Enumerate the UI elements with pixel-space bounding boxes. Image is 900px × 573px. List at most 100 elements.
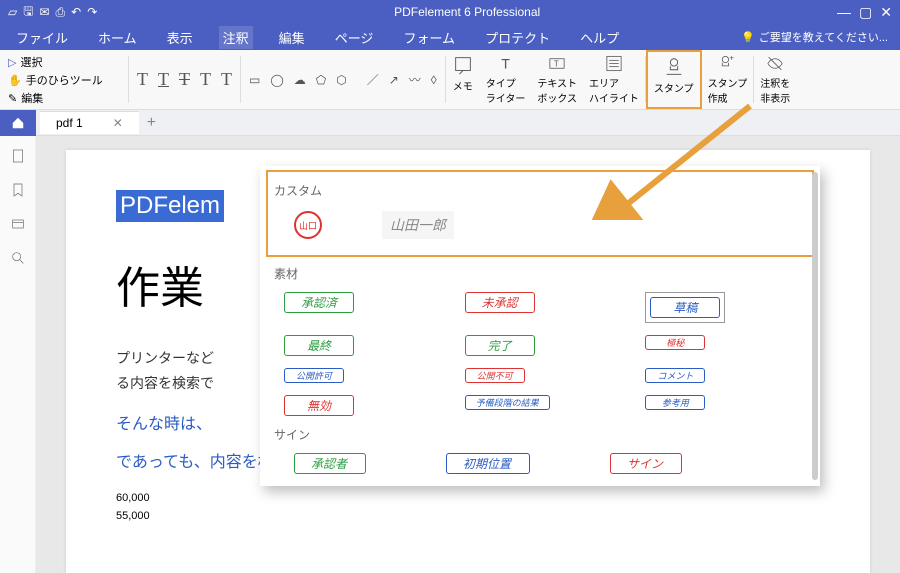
menu-file[interactable]: ファイル [12,26,72,49]
titlebar: ▱ 🖫 ✉ ⎙ ↶ ↷ PDFelement 6 Professional — … [0,0,900,24]
stamp-sign[interactable]: サイン [610,453,682,474]
menu-comment[interactable]: 注釈 [219,26,253,49]
sign-stamps: 承認者 初期位置 サイン [274,449,806,478]
selected-text[interactable]: PDFelem [116,190,224,222]
material-stamps: 承認済 未承認 草稿 最終 完了 極秘 公開許可 公開不可 コメント 無効 予備… [274,288,806,420]
eye-off-icon [764,54,786,73]
hand-tool[interactable]: ✋手のひらツール [8,72,120,88]
attachments-icon[interactable] [10,216,26,232]
menu-protect[interactable]: プロテクト [481,26,554,49]
ribbon-tools: ▷選択 ✋手のひらツール ✎編集 [0,50,128,109]
line-icon[interactable]: ／ [367,71,379,88]
caret-icon[interactable]: T [200,69,211,90]
highlight-icon[interactable]: T [137,69,148,90]
thumbnails-icon[interactable] [10,148,26,164]
menu-help[interactable]: ヘルプ [576,26,623,49]
strikethrough-icon[interactable]: T [179,69,190,90]
bookmark-icon[interactable] [10,182,26,198]
textbox-button[interactable]: T テキスト ボックス [531,50,583,109]
area-highlight-icon [603,54,625,73]
sidebar [0,136,36,573]
stamp-final[interactable]: 最終 [284,335,354,356]
new-tab-button[interactable]: + [147,114,156,132]
stamp-approved[interactable]: 承認済 [284,292,354,313]
memo-icon [452,54,474,76]
stamp-invalid[interactable]: 無効 [284,395,354,416]
menu-edit[interactable]: 編集 [275,26,309,49]
ribbon: ▷選択 ✋手のひらツール ✎編集 T T T T T ▭ ◯ ☁ ⬠ ⬡ ／ ↗… [0,50,900,110]
print-icon[interactable]: ⎙ [56,5,66,20]
close-tab-icon[interactable]: ✕ [113,116,123,130]
stamp-icon [663,56,685,78]
hide-annotations-button[interactable]: 注釈を 非表示 [754,50,796,109]
stamp-public-ng[interactable]: 公開不可 [465,368,525,383]
squiggly-icon[interactable]: T [221,69,232,90]
pencil-icon[interactable]: 〰 [409,71,421,88]
memo-button[interactable]: メモ [446,50,480,109]
stamp-comment[interactable]: コメント [645,368,705,383]
stamp-public-ok[interactable]: 公開許可 [284,368,344,383]
signature-stamp[interactable]: 山田一郎 [382,211,454,239]
lightbulb-icon: 💡 [741,31,755,44]
scrollbar[interactable] [812,172,818,480]
text-styles: T T T T T [129,50,240,109]
stamp-unapproved[interactable]: 未承認 [465,292,535,313]
minimize-button[interactable]: — [837,4,851,21]
menu-page[interactable]: ページ [331,26,378,49]
menu-view[interactable]: 表示 [163,26,197,49]
edit-tool[interactable]: ✎編集 [8,90,120,106]
stamp-button[interactable]: スタンプ [646,50,702,109]
chart-axis: 60,000 55,000 [116,492,820,522]
save-icon[interactable]: 🖫 [23,2,33,23]
undo-icon[interactable]: ↶ [71,5,81,19]
create-stamp-icon: + [716,54,738,73]
tabbar: pdf 1 ✕ + [0,110,900,136]
custom-stamps-section: カスタム 山口 山田一郎 [266,170,814,257]
oval-icon[interactable]: ◯ [270,73,283,87]
select-tool[interactable]: ▷選択 [8,54,120,70]
area-highlight-button[interactable]: エリア ハイライト [583,50,645,109]
document-tab[interactable]: pdf 1 ✕ [40,111,139,134]
window-controls: — ▢ ✕ [837,4,892,21]
sign-label: サイン [274,426,806,443]
svg-text:T: T [554,60,559,69]
eraser-icon[interactable]: ◊ [431,73,437,87]
polygon-icon[interactable]: ⬠ [316,73,326,87]
app-icon: ▱ [8,5,17,19]
stamp-complete[interactable]: 完了 [465,335,535,356]
shapes: ▭ ◯ ☁ ⬠ ⬡ ／ ↗ 〰 ◊ [241,50,445,109]
redo-icon[interactable]: ↷ [87,5,97,19]
stamp-approver[interactable]: 承認者 [294,453,366,474]
hanko-stamp[interactable]: 山口 [294,211,322,239]
mail-icon[interactable]: ✉ [39,5,49,19]
underline-icon[interactable]: T [158,69,169,90]
cloud-icon[interactable]: ☁ [294,73,306,87]
quick-access: ▱ 🖫 ✉ ⎙ ↶ ↷ [8,2,97,23]
menubar: ファイル ホーム 表示 注釈 編集 ページ フォーム プロテクト ヘルプ 💡 ご… [0,24,900,50]
arrow-icon[interactable]: ↗ [389,73,399,87]
menu-form[interactable]: フォーム [399,26,459,49]
tab-label: pdf 1 [56,116,83,130]
connected-icon[interactable]: ⬡ [336,73,346,87]
tell-me[interactable]: 💡 ご要望を教えてください... [741,29,888,45]
menu-home[interactable]: ホーム [94,26,141,49]
stamp-draft[interactable]: 草稿 [650,297,720,318]
stamp-refonly[interactable]: 参考用 [645,395,705,410]
stamp-prelim[interactable]: 予備段階の結果 [465,395,550,410]
window-title: PDFelement 6 Professional [97,5,837,19]
home-tab[interactable] [0,110,36,136]
stamp-init[interactable]: 初期位置 [446,453,530,474]
rect-icon[interactable]: ▭ [249,73,260,87]
typewriter-icon: T [495,54,517,73]
stamp-secret[interactable]: 極秘 [645,335,705,350]
svg-text:T: T [501,56,510,72]
create-stamp-button[interactable]: + スタンプ 作成 [702,50,754,109]
typewriter-button[interactable]: T タイプ ライター [480,50,532,109]
tell-me-text: ご要望を教えてください... [759,29,888,45]
home-icon [11,116,25,130]
maximize-button[interactable]: ▢ [859,4,872,21]
textbox-icon: T [546,54,568,73]
stamp-panel: カスタム 山口 山田一郎 素材 承認済 未承認 草稿 最終 完了 極秘 公開許可… [260,166,820,486]
close-button[interactable]: ✕ [880,4,892,21]
search-icon[interactable] [10,250,26,266]
